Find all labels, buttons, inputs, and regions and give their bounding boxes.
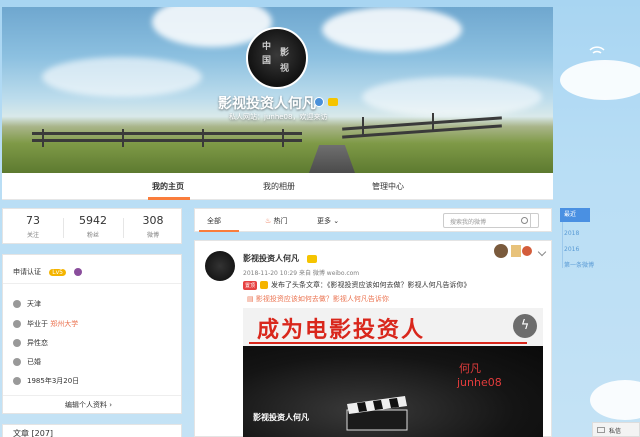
- rings-icon: [13, 358, 21, 366]
- signal-icon: [589, 46, 605, 54]
- profile-avatar[interactable]: 中 国 影 视: [246, 27, 308, 89]
- tab-my-photos[interactable]: 我的相册: [263, 181, 295, 192]
- active-tab-indicator: [148, 197, 190, 200]
- stat-label: 粉丝: [86, 232, 99, 239]
- search-icon[interactable]: [521, 217, 528, 224]
- edit-profile-link[interactable]: 编辑个人资料 ›: [65, 400, 112, 410]
- document-icon: ▤: [247, 295, 256, 303]
- filter-hot-tab[interactable]: ♨ 热门: [265, 216, 288, 226]
- mail-icon: [597, 427, 605, 433]
- post-text: 置顶 发布了头条文章：《影视投资应该如何去做？影视人何凡告诉你》: [243, 280, 471, 290]
- divider: [3, 283, 181, 284]
- profile-subtitle: 私人网站：junhe08，欢迎来访: [229, 113, 328, 121]
- stat-value: 308: [142, 214, 164, 227]
- timeline-line: [562, 222, 563, 268]
- verify-row: 申请认证 Lv5: [13, 267, 83, 277]
- stat-value: 5942: [79, 214, 107, 227]
- active-filter-indicator: [199, 230, 239, 232]
- level-badge[interactable]: Lv5: [49, 269, 66, 276]
- post-text-content: 发布了头条文章：《影视投资应该如何去做？影视人何凡告诉你》: [271, 281, 471, 289]
- medal-icon[interactable]: [74, 268, 83, 276]
- cake-icon: [13, 377, 21, 385]
- verified-badge-icon: [314, 97, 324, 107]
- poster-caption: 影视投资人何凡: [253, 413, 309, 422]
- marital-text: 已婚: [27, 358, 41, 366]
- post-meta: 2018-11-20 10:29 来自 微博 weibo.com: [243, 270, 360, 277]
- flash-icon: ϟ: [513, 314, 537, 338]
- location-row: 天津: [13, 299, 41, 309]
- articles-title[interactable]: 文章 [207]: [13, 428, 53, 437]
- vip-crown-icon: [328, 98, 338, 106]
- filter-hot-label: 热门: [273, 217, 288, 225]
- clapperboard-icon: [346, 396, 408, 431]
- timeline-nav: 最近 2018 2016 第一条微博: [560, 208, 600, 269]
- profile-tab-bar: 我的主页 我的相册 管理中心: [2, 173, 553, 200]
- feed-search-input[interactable]: 搜索我的微博: [443, 213, 539, 228]
- poster-author: 何凡: [459, 362, 481, 375]
- cloud-decoration: [560, 60, 640, 100]
- vip-crown-icon: [307, 255, 317, 263]
- search-placeholder: 搜索我的微博: [450, 219, 487, 226]
- post-image[interactable]: 成为电影投资人 何凡 junhe08 影视投资人何凡 ϟ: [243, 308, 543, 437]
- education-row: 毕业于 郑州大学: [13, 319, 78, 329]
- school-link[interactable]: 郑州大学: [50, 320, 78, 328]
- profile-name: 影视投资人何凡: [218, 96, 316, 112]
- feed-filter-bar: 全部 ♨ 热门 更多 ⌄ 搜索我的微博: [194, 208, 552, 232]
- poster-id: junhe08: [457, 376, 502, 389]
- filter-more-label: 更多: [317, 217, 331, 225]
- location-text: 天津: [27, 300, 41, 308]
- filter-all-tab[interactable]: 全部: [207, 216, 221, 226]
- fire-icon: ♨: [265, 217, 274, 225]
- post-options-chevron-icon[interactable]: [537, 247, 547, 257]
- stat-following[interactable]: 73 关注: [3, 214, 63, 239]
- search-options-button[interactable]: [530, 213, 539, 228]
- orientation-text: 异性恋: [27, 339, 48, 347]
- divider: [3, 395, 181, 396]
- private-message-button[interactable]: 私信: [592, 422, 640, 437]
- graduation-cap-icon: [13, 320, 21, 328]
- article-icon: [260, 281, 269, 289]
- profile-info-card: 申请认证 Lv5 天津 毕业于 郑州大学 异性恋 已婚 1985年3月20日 编…: [2, 254, 182, 414]
- birthday-text: 1985年3月20日: [27, 377, 80, 385]
- tab-my-home[interactable]: 我的主页: [152, 181, 184, 192]
- stat-label: 微博: [146, 232, 159, 239]
- post-avatar[interactable]: [205, 251, 235, 281]
- stat-posts[interactable]: 308 微博: [123, 214, 183, 239]
- cloud-decoration: [590, 380, 640, 420]
- birthday-row: 1985年3月20日: [13, 376, 79, 386]
- article-link[interactable]: ▤ 影视投资应该如何去做？影视人何凡告诉你: [247, 294, 389, 304]
- heart-icon: [13, 339, 21, 347]
- timeline-first-post[interactable]: 第一条微博: [564, 260, 594, 269]
- chevron-down-icon: ⌄: [331, 217, 340, 225]
- stats-card: 73 关注 5942 粉丝 308 微博: [2, 208, 182, 244]
- poster-title: 成为电影投资人: [257, 317, 426, 343]
- stat-label: 关注: [26, 232, 39, 239]
- articles-card: 文章 [207]: [2, 424, 182, 437]
- timeline-year[interactable]: 2016: [564, 246, 579, 253]
- private-message-label: 私信: [609, 428, 622, 435]
- post-author-name[interactable]: 影视投资人何凡: [243, 253, 299, 264]
- stat-followers[interactable]: 5942 粉丝: [63, 214, 123, 239]
- article-link-text: 影视投资应该如何去做？影视人何凡告诉你: [255, 295, 389, 303]
- location-icon: [13, 300, 21, 308]
- tab-management[interactable]: 管理中心: [372, 181, 404, 192]
- apply-verify-link[interactable]: 申请认证: [13, 268, 41, 276]
- timeline-year[interactable]: 2018: [564, 230, 579, 237]
- education-prefix: 毕业于: [27, 320, 48, 328]
- orientation-row: 异性恋: [13, 338, 48, 348]
- timeline-latest[interactable]: 最近: [560, 208, 590, 222]
- marital-row: 已婚: [13, 357, 41, 367]
- feed-post: 影视投资人何凡 2018-11-20 10:29 来自 微博 weibo.com…: [194, 240, 552, 437]
- sticker-icon: [494, 244, 532, 258]
- stat-value: 73: [26, 214, 40, 227]
- filter-more-dropdown[interactable]: 更多 ⌄: [317, 216, 339, 226]
- headline-tag: 置顶: [243, 281, 258, 290]
